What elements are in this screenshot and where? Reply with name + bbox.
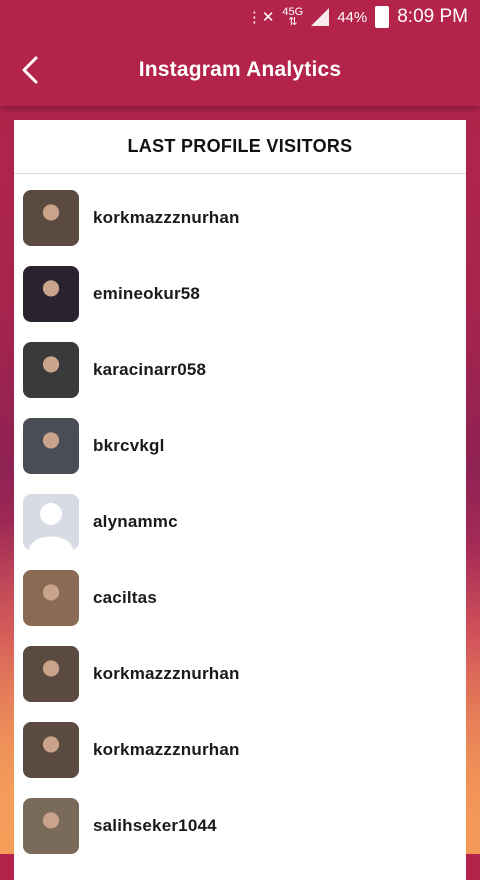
visitor-username: bkrcvkgl (93, 436, 165, 455)
network-indicator: 45G ⇅ (282, 7, 303, 28)
visitor-username: korkmazzznurhan (93, 664, 240, 683)
list-item[interactable]: korkmazzznurhan (14, 636, 466, 712)
list-item[interactable]: alynammc (14, 484, 466, 560)
mute-icon: ⋮✕ (246, 9, 275, 26)
page-title: Instagram Analytics (138, 58, 342, 81)
signal-icon (311, 8, 330, 26)
avatar (23, 570, 79, 626)
list-item[interactable]: emineokur58 (14, 256, 466, 332)
back-button[interactable] (14, 52, 50, 88)
default-avatar-icon (23, 494, 79, 550)
avatar (23, 190, 79, 246)
avatar (23, 342, 79, 398)
visitor-username: caciltas (93, 588, 157, 607)
avatar (23, 722, 79, 778)
visitor-list: korkmazzznurhan emineokur58 karacinarr058 b… (14, 174, 466, 864)
visitors-card: LAST PROFILE VISITORS korkmazzznurhan emi… (14, 120, 466, 880)
visitor-username: emineokur58 (93, 284, 201, 303)
clock: 8:09 PM (397, 6, 468, 27)
list-item[interactable]: korkmazzznurhan (14, 180, 466, 256)
list-item[interactable]: karacinarr058 (14, 332, 466, 408)
visitor-username: korkmazzznurhan (93, 740, 240, 759)
avatar (23, 646, 79, 702)
list-item[interactable]: bkrcvkgl (14, 408, 466, 484)
list-item[interactable]: caciltas (14, 560, 466, 636)
visitor-username: salihseker1044 (93, 816, 217, 835)
data-arrows-icon: ⇅ (288, 16, 298, 28)
visitor-username: alynammc (93, 512, 178, 531)
avatar (23, 266, 79, 322)
app-bar: Instagram Analytics (0, 34, 480, 106)
list-item[interactable]: salihseker1044 (14, 788, 466, 864)
avatar (23, 798, 79, 854)
battery-percent: 44% (337, 8, 368, 26)
chevron-left-icon (22, 56, 38, 84)
list-item[interactable]: korkmazzznurhan (14, 712, 466, 788)
status-bar: ⋮✕ 45G ⇅ 44% 8:09 PM (0, 0, 480, 34)
avatar (23, 418, 79, 474)
visitor-username: karacinarr058 (93, 360, 207, 379)
battery-icon (375, 6, 390, 28)
card-title: LAST PROFILE VISITORS (14, 120, 466, 174)
visitor-username: korkmazzznurhan (93, 208, 240, 227)
